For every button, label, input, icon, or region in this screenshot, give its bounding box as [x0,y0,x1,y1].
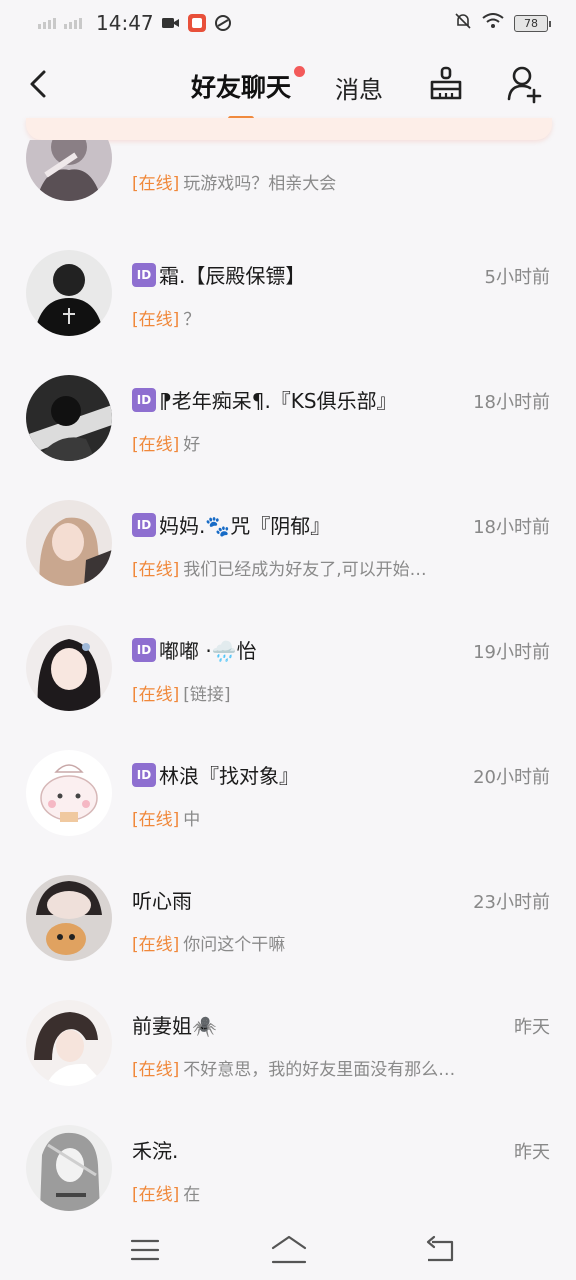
online-status: [在线] [132,935,180,955]
chevron-left-icon[interactable] [24,66,54,102]
name-text: ⁋老年痴呆¶.『KS俱乐部』 [159,389,397,413]
message-text: 我们已经成为好友了,可以开始… [183,560,427,580]
id-badge-icon: ID [132,387,156,412]
contact-name: ID 霜.【辰殿保镖】 [132,260,305,289]
online-status: [在线] [132,685,180,705]
online-status: [在线] [132,174,180,194]
message-text: 好 [183,435,201,455]
name-text: 霜.【辰殿保镖】 [159,264,306,288]
message-text: [链接] [183,685,231,705]
name-text: 嘟嘟 ·🌧️怡 [159,639,257,663]
name-text: 前妻姐🕷️ [132,1014,217,1038]
mute-bell-icon [454,12,472,35]
online-status: [在线] [132,560,180,580]
online-status: [在线] [132,1185,180,1205]
name-text: 林浪『找对象』 [159,764,299,788]
contact-name: ID 妈妈.🐾咒『阴郁』 [132,510,330,539]
id-badge-icon: ID [132,512,156,537]
chat-item[interactable]: [在线] 玩游戏吗？相亲大会 [0,140,576,210]
online-status: [在线] [132,1060,180,1080]
avatar [26,1125,112,1211]
contact-name: 前妻姐🕷️ [132,1010,217,1039]
signal-icon [64,17,82,29]
last-message: [在线] [链接] [132,680,231,705]
chat-item[interactable]: 听心雨 23小时前 [在线] 你问这个干嘛 [0,855,576,980]
id-badge-icon: ID [132,762,156,787]
status-bar: 14:47 78 [0,0,576,46]
online-status: [在线] [132,310,180,330]
battery-icon: 78 [514,14,551,32]
wifi-icon [482,12,504,34]
name-text: 禾浣. [132,1139,179,1163]
app-notification-icon [187,14,206,32]
name-text: 妈妈.🐾咒『阴郁』 [159,514,331,538]
video-icon [161,16,180,30]
message-time: 18小时前 [473,392,550,413]
message-time: 昨天 [514,1142,550,1163]
message-text: 玩游戏吗？相亲大会 [183,174,337,194]
avatar [26,875,112,961]
avatar [26,250,112,336]
contact-name: 听心雨 [132,885,192,914]
avatar [26,1000,112,1086]
chat-item[interactable]: ID 嘟嘟 ·🌧️怡 19小时前 [在线] [链接] [0,605,576,730]
message-time: 昨天 [514,1017,550,1038]
signal-icon [38,17,56,29]
chat-item[interactable]: ID ⁋老年痴呆¶.『KS俱乐部』 18小时前 [在线] 好 [0,355,576,480]
tab-messages[interactable]: 消息 [335,70,383,105]
message-text: 在 [183,1185,201,1205]
contact-name: 禾浣. [132,1135,178,1164]
last-message: [在线] 你问这个干嘛 [132,930,285,955]
contact-name: ID 嘟嘟 ·🌧️怡 [132,635,257,664]
clock: 14:47 [96,11,154,35]
avatar [26,140,112,201]
last-message: [在线] 我们已经成为好友了,可以开始… [132,555,427,580]
avatar [26,375,112,461]
last-message: [在线] 在 [132,1180,200,1205]
avatar [26,500,112,586]
contact-name: ID ⁋老年痴呆¶.『KS俱乐部』 [132,385,397,414]
last-message: [在线] 中 [132,805,200,830]
chat-item[interactable]: ID 林浪『找对象』 20小时前 [在线] 中 [0,730,576,855]
message-time: 23小时前 [473,892,550,913]
id-badge-icon: ID [132,262,156,287]
online-status: [在线] [132,435,180,455]
chat-item[interactable]: 禾浣. 昨天 [在线] 在 [0,1105,576,1220]
avatar [26,750,112,836]
message-text: 不好意思，我的好友里面没有那么… [183,1060,456,1080]
chat-item[interactable]: ID 妈妈.🐾咒『阴郁』 18小时前 [在线] 我们已经成为好友了,可以开始… [0,480,576,605]
message-time: 20小时前 [473,767,550,788]
last-message: [在线]？ [132,305,200,330]
message-time: 5小时前 [484,267,550,288]
message-text: 你问这个干嘛 [183,935,286,955]
chat-list: [在线] 玩游戏吗？相亲大会 ID 霜.【辰殿保镖】 5小时前 [在线]？ ID ⁋老… [0,140,576,1220]
last-message: [在线] 不好意思，我的好友里面没有那么… [132,1055,455,1080]
last-message: [在线] 好 [132,430,200,455]
broom-icon[interactable] [426,64,466,104]
message-time: 18小时前 [473,517,550,538]
name-text: 听心雨 [132,889,192,913]
id-badge-icon: ID [132,637,156,662]
message-text: 中 [183,810,201,830]
online-status: [在线] [132,810,180,830]
sync-icon [214,14,232,32]
chat-item[interactable]: ID 霜.【辰殿保镖】 5小时前 [在线]？ [0,230,576,355]
return-icon[interactable] [424,1234,456,1266]
chat-item[interactable]: 前妻姐🕷️ 昨天 [在线] 不好意思，我的好友里面没有那么… [0,980,576,1105]
system-nav-bar [0,1220,576,1280]
home-icon[interactable] [270,1234,308,1266]
message-text: ？ [183,310,201,330]
menu-icon[interactable] [130,1236,160,1264]
avatar [26,625,112,711]
tab-friend-chat[interactable]: 好友聊天 [191,68,291,104]
contact-name: ID 林浪『找对象』 [132,760,299,789]
notice-banner [26,118,552,140]
unread-dot [294,66,305,77]
add-user-icon[interactable] [505,64,545,104]
last-message: [在线] 玩游戏吗？相亲大会 [132,169,336,194]
message-time: 19小时前 [473,642,550,663]
